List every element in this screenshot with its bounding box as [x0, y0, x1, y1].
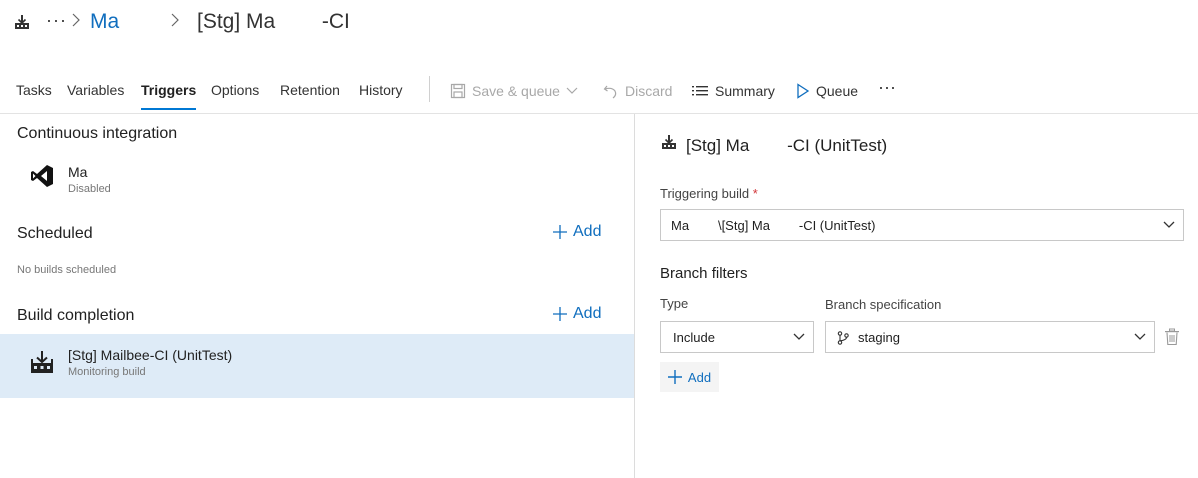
type-label: Type	[660, 296, 689, 311]
branch-filters-heading: Branch filters	[660, 265, 748, 282]
save-queue-button[interactable]: Save & queue	[450, 80, 578, 102]
tab-triggers[interactable]: Triggers	[141, 82, 197, 110]
branch-spec-label: Branch specification	[825, 297, 942, 312]
discard-label: Discard	[625, 83, 673, 99]
no-builds-text: No builds scheduled	[17, 264, 117, 276]
toolbar-divider	[429, 76, 430, 102]
queue-button[interactable]: Queue	[796, 80, 858, 102]
chevron-down-icon	[1134, 333, 1146, 340]
filter-type-value: Include	[673, 330, 715, 345]
build-pipeline-icon	[15, 15, 29, 29]
trigger-details-title: [Stg] Ma -CI (UnitTest)	[686, 136, 888, 155]
branch-icon	[837, 331, 849, 345]
build-completion-item-status: Monitoring build	[68, 366, 146, 378]
ci-section-title: Continuous integration	[17, 125, 178, 142]
breadcrumb-more-button[interactable]: ···	[46, 10, 67, 31]
triggering-build-value: Ma \[Stg] Ma -CI (UnitTest)	[671, 218, 876, 233]
chevron-down-icon	[793, 333, 805, 340]
tab-history[interactable]: History	[359, 82, 403, 98]
play-icon	[797, 83, 810, 99]
tab-options[interactable]: Options	[211, 82, 259, 98]
ci-item-name: Ma	[68, 164, 88, 180]
add-branch-filter-button[interactable]: Add	[660, 362, 719, 392]
trigger-details-pane: [Stg] Ma -CI (UnitTest) Triggering build…	[635, 114, 1198, 478]
chevron-right-icon	[72, 13, 80, 27]
chevron-down-icon	[566, 87, 578, 94]
branch-spec-value: staging	[858, 330, 900, 345]
build-pipeline-icon	[31, 351, 53, 373]
visual-studio-icon	[31, 165, 53, 187]
add-build-completion-label: Add	[573, 305, 602, 322]
list-icon	[692, 86, 708, 96]
chevron-right-icon	[171, 13, 179, 27]
chevron-down-icon	[1163, 221, 1175, 228]
queue-label: Queue	[816, 83, 859, 99]
build-pipeline-icon	[662, 135, 676, 149]
add-branch-filter-label: Add	[687, 369, 712, 385]
triggering-build-label: Triggering build *	[660, 186, 758, 201]
filter-type-dropdown[interactable]: Include	[660, 321, 814, 353]
discard-button[interactable]: Discard	[603, 80, 672, 102]
trash-icon[interactable]	[1164, 328, 1180, 346]
summary-button[interactable]: Summary	[691, 80, 775, 102]
page-title: [Stg] Ma -CI	[197, 10, 350, 33]
tab-retention[interactable]: Retention	[280, 82, 340, 98]
undo-icon	[603, 85, 617, 99]
more-actions-button[interactable]: ···	[878, 76, 896, 98]
tab-variables[interactable]: Variables	[67, 82, 124, 98]
ci-item-status: Disabled	[68, 183, 111, 195]
build-completion-trigger-item[interactable]: [Stg] Mailbee-CI (UnitTest) Monitoring b…	[0, 334, 634, 398]
triggering-build-label-text: Triggering build	[660, 186, 750, 201]
add-schedule-label: Add	[573, 223, 602, 240]
triggers-list-pane: Continuous integration Ma Disabled Sched…	[0, 114, 634, 478]
plus-icon	[553, 225, 567, 239]
summary-label: Summary	[715, 83, 775, 99]
branch-spec-dropdown[interactable]: staging	[825, 321, 1155, 353]
scheduled-section-title: Scheduled	[17, 225, 93, 242]
build-completion-item-name: [Stg] Mailbee-CI (UnitTest)	[68, 347, 233, 363]
ci-trigger-item[interactable]: Ma Disabled	[0, 156, 634, 200]
breadcrumb-project-link[interactable]: Ma	[90, 10, 119, 34]
required-marker: *	[752, 186, 758, 201]
save-icon	[450, 83, 466, 99]
build-completion-section-title: Build completion	[17, 307, 135, 324]
save-queue-label: Save & queue	[472, 83, 560, 99]
add-schedule-button[interactable]: Add	[553, 223, 601, 241]
plus-icon	[553, 307, 567, 321]
add-build-completion-button[interactable]: Add	[553, 305, 601, 323]
header: ··· Ma [Stg] Ma -CI	[0, 0, 1198, 48]
tab-tasks[interactable]: Tasks	[16, 82, 52, 98]
toolbar: Tasks Variables Triggers Options Retenti…	[0, 72, 1198, 110]
plus-icon	[667, 370, 682, 384]
triggering-build-dropdown[interactable]: Ma \[Stg] Ma -CI (UnitTest)	[660, 209, 1184, 241]
